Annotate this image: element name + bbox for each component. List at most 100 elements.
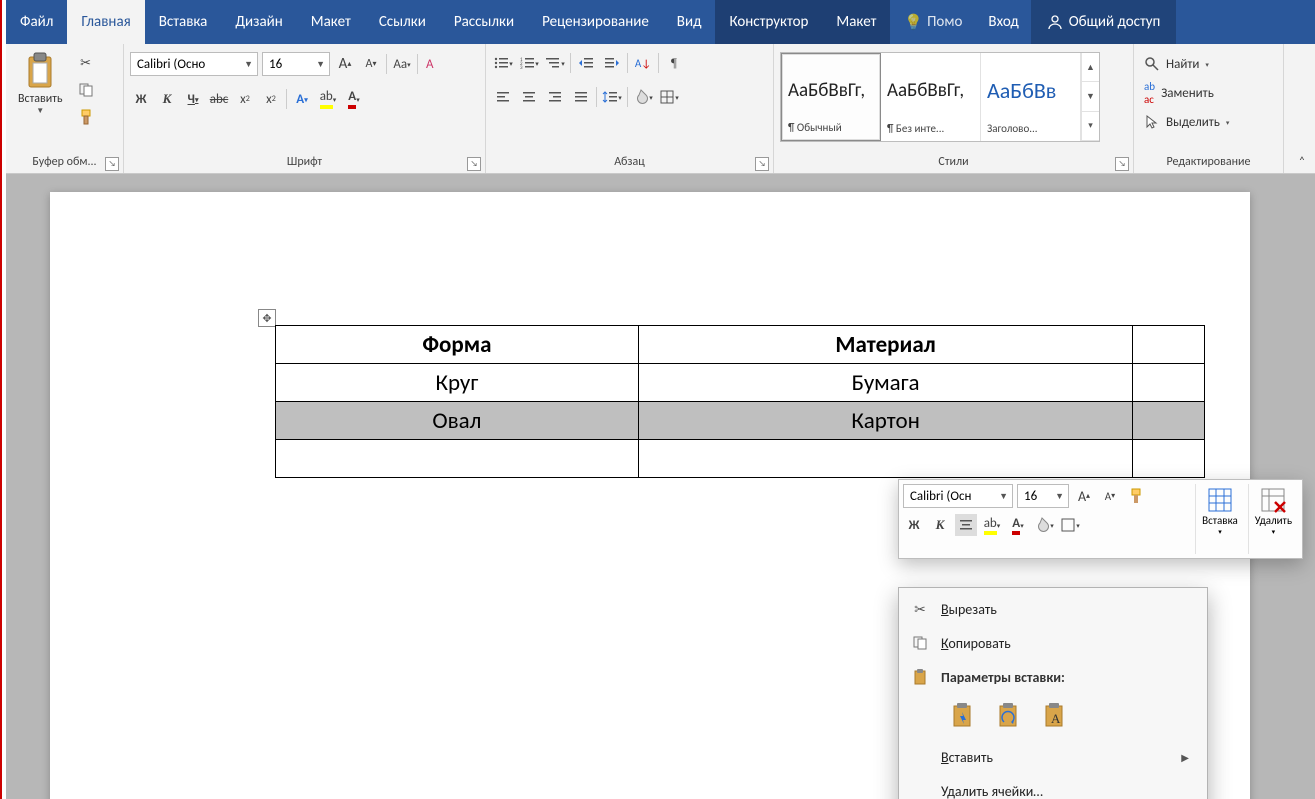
tab-review[interactable]: Рецензирование xyxy=(528,0,663,44)
styles-more[interactable]: ▾ xyxy=(1082,112,1099,141)
text-effects-button[interactable]: A▾ xyxy=(291,88,313,110)
document-table[interactable]: Форма Материал Круг Бумага Овал Картон xyxy=(275,325,1205,478)
superscript-button[interactable]: x2 xyxy=(260,88,282,110)
style-heading1[interactable]: АаБбВв Заголово... xyxy=(981,53,1081,141)
mini-insert-button[interactable]: Вставка▾ xyxy=(1195,484,1244,554)
table-cell[interactable] xyxy=(1133,364,1205,402)
style-no-spacing[interactable]: АаБбВвГг, ¶ Без инте... xyxy=(881,53,981,141)
tab-table-design[interactable]: Конструктор xyxy=(715,0,822,44)
tab-layout[interactable]: Макет xyxy=(297,0,365,44)
mini-highlight[interactable]: ab▾ xyxy=(981,514,1003,536)
highlight-button[interactable]: ab▾ xyxy=(317,88,339,110)
paste-keep-formatting[interactable] xyxy=(945,698,979,732)
mini-shrink-font[interactable]: A▾ xyxy=(1099,485,1121,507)
copy-button[interactable] xyxy=(75,79,97,101)
align-right-button[interactable] xyxy=(544,86,566,108)
tab-design[interactable]: Дизайн xyxy=(221,0,296,44)
shrink-font-button[interactable]: A▾ xyxy=(360,53,382,75)
styles-launcher[interactable]: ↘ xyxy=(1115,157,1129,171)
select-button[interactable]: Выделить ▾ xyxy=(1140,110,1277,134)
multilevel-list-button[interactable]: ▾ xyxy=(544,52,566,74)
decrease-indent-button[interactable] xyxy=(575,52,597,74)
table-cell[interactable]: Круг xyxy=(276,364,639,402)
justify-button[interactable] xyxy=(570,86,592,108)
increase-indent-button[interactable] xyxy=(601,52,623,74)
tab-references[interactable]: Ссылки xyxy=(365,0,440,44)
table-cell[interactable]: Картон xyxy=(638,402,1133,440)
ctx-cut[interactable]: ✂ Вырезать xyxy=(899,592,1207,626)
font-color-button[interactable]: A▾ xyxy=(343,88,365,110)
collapse-ribbon-button[interactable]: ˄ xyxy=(1289,44,1315,173)
tab-insert[interactable]: Вставка xyxy=(145,0,222,44)
sort-button[interactable]: A↓ xyxy=(632,52,654,74)
tab-view[interactable]: Вид xyxy=(663,0,716,44)
shading-button[interactable]: ▾ xyxy=(632,86,654,108)
table-header-cell[interactable]: Материал xyxy=(638,326,1133,364)
table-row[interactable]: Круг Бумага xyxy=(276,364,1205,402)
format-painter-button[interactable] xyxy=(75,106,97,128)
table-header-cell[interactable] xyxy=(1133,326,1205,364)
table-cell[interactable] xyxy=(638,440,1133,478)
clear-formatting-button[interactable]: A⠀ xyxy=(422,53,444,75)
mini-font-select[interactable]: Calibri (Осн▼ xyxy=(903,484,1013,508)
mini-delete-button[interactable]: Удалить▾ xyxy=(1248,484,1298,554)
tab-table-layout[interactable]: Макет xyxy=(822,0,890,44)
change-case-button[interactable]: Aa▾ xyxy=(391,53,413,75)
paragraph-launcher[interactable]: ↘ xyxy=(755,157,769,171)
strikethrough-button[interactable]: abc xyxy=(208,88,230,110)
style-normal[interactable]: АаБбВвГг, ¶ Обычный xyxy=(781,53,881,141)
paste-text-only[interactable]: A xyxy=(1037,698,1071,732)
ctx-insert[interactable]: Вставить ▶ xyxy=(899,740,1207,774)
tell-me[interactable]: 💡 Помо xyxy=(890,0,976,44)
mini-shading[interactable]: ▾ xyxy=(1033,514,1055,536)
mini-grow-font[interactable]: A▴ xyxy=(1073,485,1095,507)
table-header-row[interactable]: Форма Материал xyxy=(276,326,1205,364)
underline-button[interactable]: Ч▾ xyxy=(182,88,204,110)
mini-bold[interactable]: Ж xyxy=(903,514,925,536)
table-cell[interactable] xyxy=(1133,440,1205,478)
replace-button[interactable]: abac Заменить xyxy=(1140,81,1277,105)
bullets-button[interactable]: ▾ xyxy=(492,52,514,74)
ctx-copy[interactable]: Копировать xyxy=(899,626,1207,660)
styles-gallery[interactable]: АаБбВвГг, ¶ Обычный АаБбВвГг, ¶ Без инте… xyxy=(780,52,1100,142)
mini-borders[interactable]: ▾ xyxy=(1059,514,1081,536)
table-move-handle[interactable]: ✥ xyxy=(258,309,276,327)
show-marks-button[interactable]: ¶ xyxy=(663,52,685,74)
paste-merge-formatting[interactable] xyxy=(991,698,1025,732)
table-row-selected[interactable]: Овал Картон xyxy=(276,402,1205,440)
font-launcher[interactable]: ↘ xyxy=(467,157,481,171)
styles-up[interactable]: ▲ xyxy=(1082,53,1099,82)
clipboard-launcher[interactable]: ↘ xyxy=(105,157,119,171)
mini-size-select[interactable]: 16▼ xyxy=(1017,484,1069,508)
mini-align[interactable] xyxy=(955,514,977,536)
grow-font-button[interactable]: A▴ xyxy=(334,53,356,75)
tab-file[interactable]: Файл xyxy=(6,0,67,44)
table-header-cell[interactable]: Форма xyxy=(276,326,639,364)
align-left-button[interactable] xyxy=(492,86,514,108)
tab-mailings[interactable]: Рассылки xyxy=(440,0,528,44)
ctx-delete-cells[interactable]: Удалить ячейки… xyxy=(899,774,1207,799)
table-cell[interactable] xyxy=(276,440,639,478)
align-center-button[interactable] xyxy=(518,86,540,108)
mini-italic[interactable]: К xyxy=(929,514,951,536)
sign-in[interactable]: Вход xyxy=(976,0,1030,44)
tab-home[interactable]: Главная xyxy=(67,0,144,44)
borders-button[interactable]: ▾ xyxy=(658,86,680,108)
mini-format-painter[interactable] xyxy=(1125,485,1147,507)
share-button[interactable]: Общий доступ xyxy=(1031,0,1177,44)
table-cell[interactable]: Овал xyxy=(276,402,639,440)
italic-button[interactable]: К xyxy=(156,88,178,110)
font-name-select[interactable]: Calibri (Осно▼ xyxy=(130,52,258,76)
find-button[interactable]: Найти ▾ xyxy=(1140,52,1277,76)
styles-down[interactable]: ▼ xyxy=(1082,82,1099,111)
cut-button[interactable]: ✂ xyxy=(75,52,97,74)
paste-button[interactable]: Вставить ▼ xyxy=(12,48,69,118)
table-cell[interactable]: Бумага xyxy=(638,364,1133,402)
numbering-button[interactable]: 123▾ xyxy=(518,52,540,74)
line-spacing-button[interactable]: ▾ xyxy=(601,86,623,108)
mini-font-color[interactable]: A▾ xyxy=(1007,514,1029,536)
table-cell[interactable] xyxy=(1133,402,1205,440)
table-row[interactable] xyxy=(276,440,1205,478)
font-size-select[interactable]: 16▼ xyxy=(262,52,330,76)
bold-button[interactable]: Ж xyxy=(130,88,152,110)
